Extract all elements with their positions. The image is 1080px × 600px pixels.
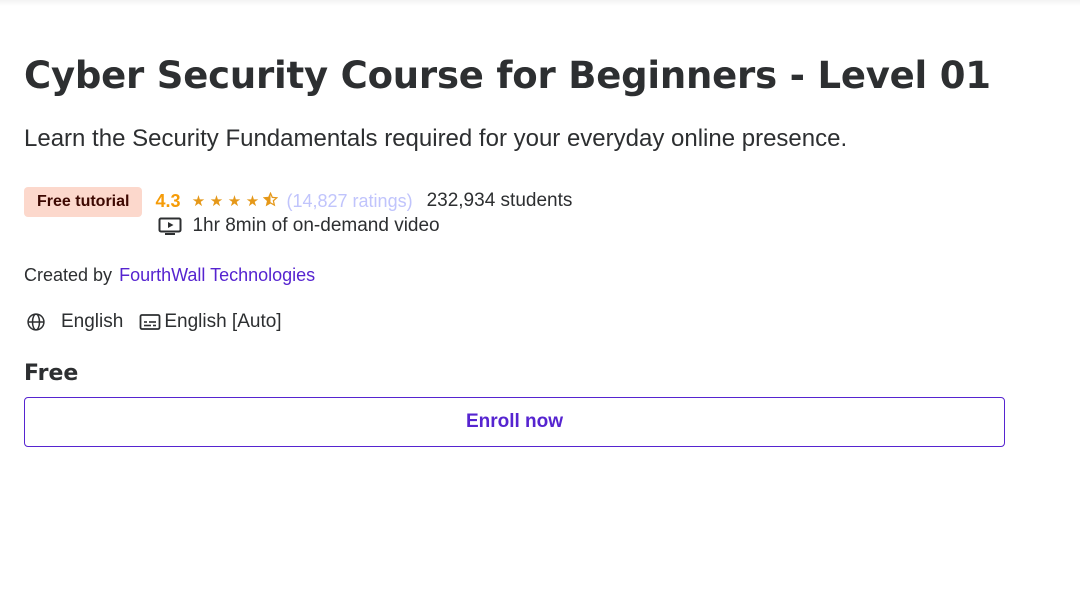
students-count: 232,934 students: [426, 190, 573, 211]
star-icon: ★: [245, 193, 260, 210]
author-link[interactable]: FourthWall Technologies: [119, 265, 315, 285]
duration-line: 1hr 8min of on-demand video: [155, 213, 572, 239]
course-price: Free: [24, 361, 79, 386]
created-by: Created by FourthWall Technologies: [24, 263, 1024, 287]
course-subtitle: Learn the Security Fundamentals required…: [24, 125, 848, 152]
language-row: English English [Auto]: [24, 309, 1024, 335]
video-icon: [158, 217, 182, 235]
video-duration: 1hr 8min of on-demand video: [192, 215, 440, 236]
caption-language: English [Auto]: [164, 311, 282, 332]
course-language: English: [61, 311, 124, 332]
top-shadow: [0, 0, 1080, 6]
course-title: Cyber Security Course for Beginners - Le…: [24, 54, 991, 97]
enroll-now-button[interactable]: Enroll now: [24, 397, 1005, 447]
free-tutorial-badge: Free tutorial: [24, 187, 143, 217]
star-icon: ★: [227, 193, 242, 210]
star-icon: ★: [191, 193, 206, 210]
rating-number: 4.3: [155, 190, 181, 211]
rating-stars: ★ ★ ★ ★: [191, 191, 279, 210]
course-header: Cyber Security Course for Beginners - Le…: [24, 52, 1024, 447]
course-meta: Free tutorial 4.3 ★ ★ ★ ★ (14,827 rating…: [24, 187, 1024, 239]
globe-icon: [27, 313, 45, 331]
half-star-icon: [262, 191, 279, 210]
created-by-label: Created by: [24, 265, 113, 285]
ratings-count-link[interactable]: (14,827 ratings): [287, 191, 413, 212]
closed-captions-icon: [139, 314, 161, 330]
ratings-line: 4.3 ★ ★ ★ ★ (14,827 ratings) 232,934 stu…: [155, 187, 572, 215]
meta-details: 4.3 ★ ★ ★ ★ (14,827 ratings) 232,934 stu…: [155, 187, 572, 239]
star-icon: ★: [209, 193, 224, 210]
